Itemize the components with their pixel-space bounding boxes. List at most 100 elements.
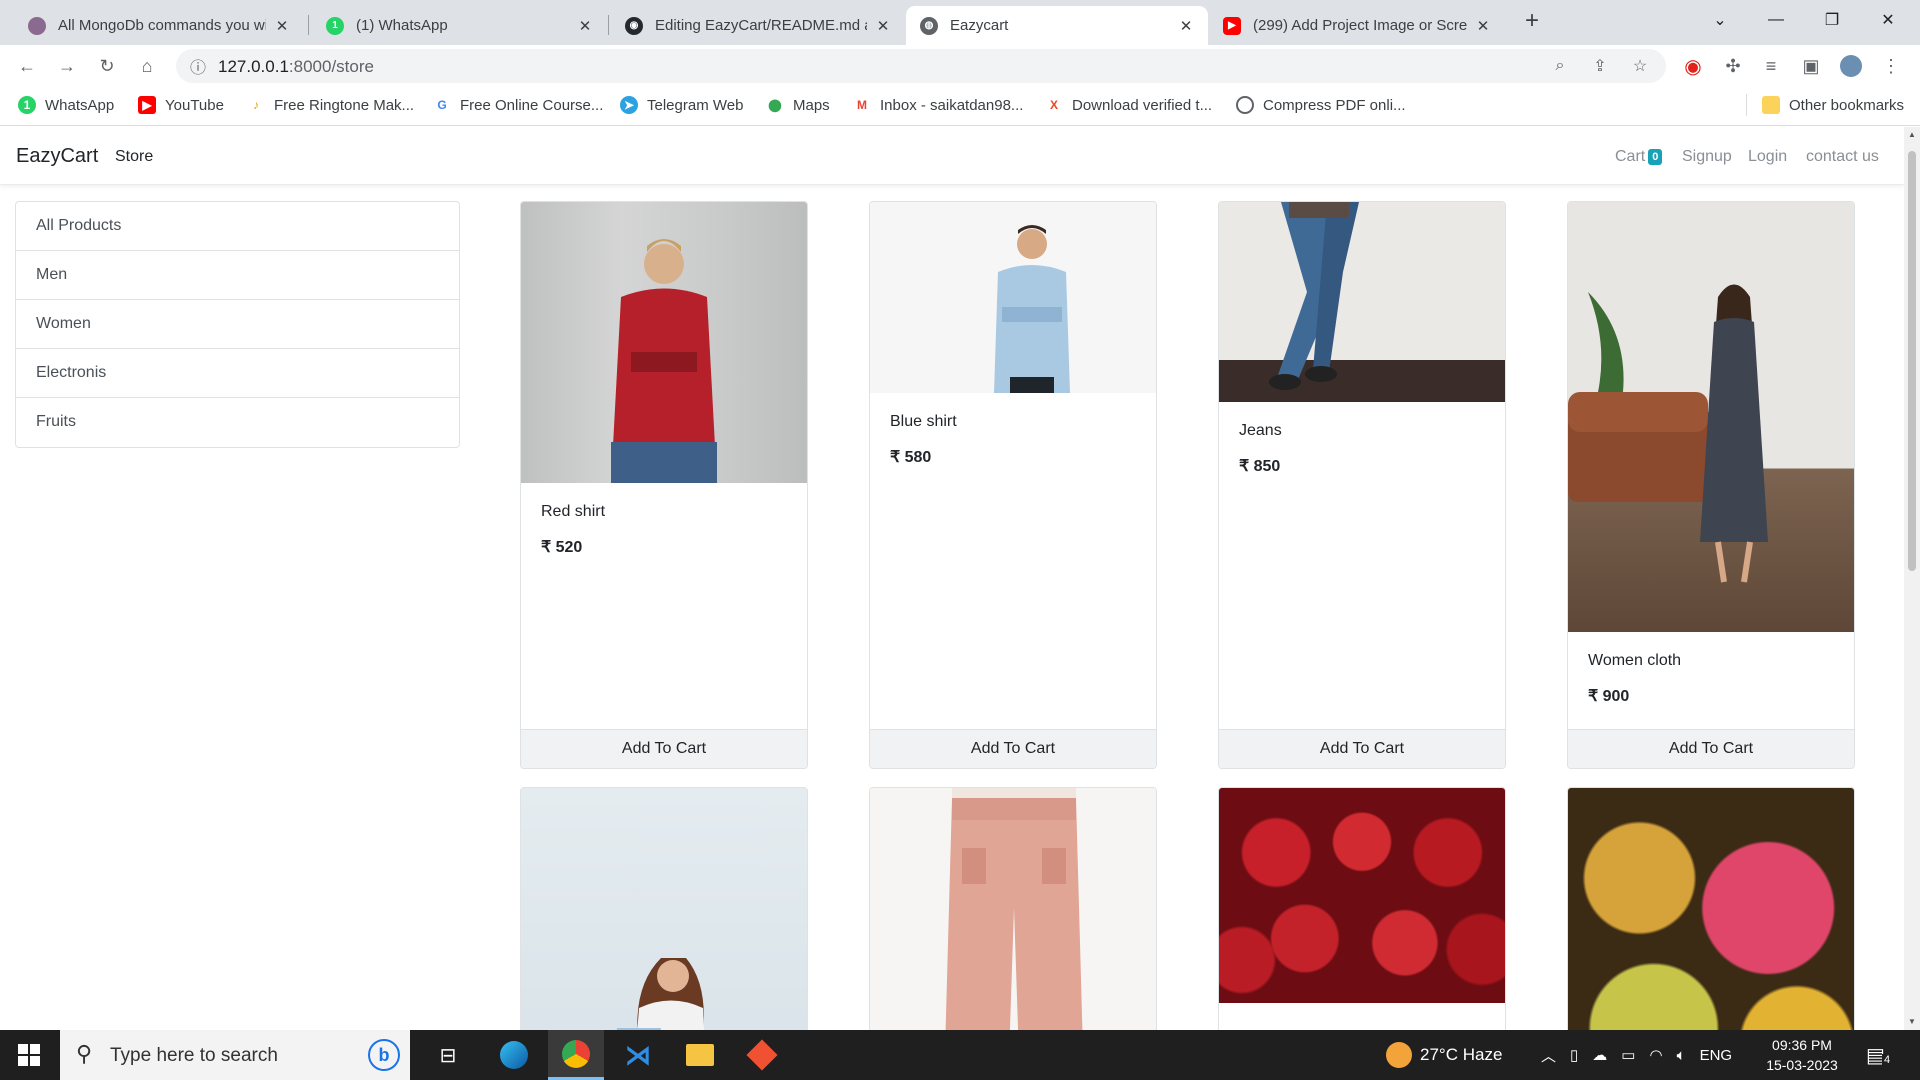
share-icon[interactable]: ⇪ xyxy=(1588,54,1612,78)
product-price: ₹ 900 xyxy=(1588,688,1630,705)
product-price: ₹ 580 xyxy=(890,449,932,466)
close-tab-icon[interactable]: ✕ xyxy=(1176,17,1196,35)
reload-icon[interactable]: ↻ xyxy=(92,51,122,81)
vscode-icon[interactable]: ⋊ xyxy=(610,1030,666,1080)
side-panel-icon[interactable]: ▣ xyxy=(1796,51,1826,81)
category-all-products[interactable]: All Products xyxy=(16,202,459,251)
nav-store-link[interactable]: Store xyxy=(115,148,153,166)
profile-avatar[interactable] xyxy=(1836,51,1866,81)
category-men[interactable]: Men xyxy=(16,251,459,300)
product-image[interactable] xyxy=(1219,788,1505,1003)
extensions-icon[interactable]: ✣ xyxy=(1718,51,1748,81)
close-tab-icon[interactable]: ✕ xyxy=(873,17,893,35)
add-to-cart-button[interactable]: Add To Cart xyxy=(870,729,1156,768)
scroll-thumb[interactable] xyxy=(1908,151,1916,571)
product-card-mangoes xyxy=(1567,787,1855,1030)
close-tab-icon[interactable]: ✕ xyxy=(1473,17,1493,35)
bookmark-youtube[interactable]: ▶ YouTube xyxy=(138,96,224,114)
tab-title: Editing EazyCart/README.md at xyxy=(655,17,867,34)
notification-center[interactable]: ▤ 4 xyxy=(1866,1030,1893,1080)
bookmark-star-icon[interactable]: ☆ xyxy=(1628,54,1652,78)
bookmark-download[interactable]: X Download verified t... xyxy=(1045,96,1212,114)
home-icon[interactable]: ⌂ xyxy=(132,51,162,81)
bookmark-gmail[interactable]: M Inbox - saikatdan98... xyxy=(853,96,1023,114)
device-icon[interactable]: ▯ xyxy=(1570,1046,1578,1064)
close-tab-icon[interactable]: ✕ xyxy=(575,17,595,35)
tab-mongodb[interactable]: All MongoDb commands you wil ✕ xyxy=(14,6,304,45)
restore-button[interactable]: ❐ xyxy=(1804,0,1860,40)
battery-icon[interactable]: ▭ xyxy=(1621,1046,1635,1064)
chrome-menu-icon[interactable]: ⋮ xyxy=(1876,51,1906,81)
add-to-cart-button[interactable]: Add To Cart xyxy=(521,729,807,768)
nav-signup-link[interactable]: Signup xyxy=(1682,148,1732,166)
zoom-icon[interactable]: ⌕ xyxy=(1548,54,1572,78)
weather-widget[interactable]: 27°C Haze xyxy=(1386,1030,1502,1080)
category-fruits[interactable]: Fruits xyxy=(16,398,459,447)
forward-icon[interactable]: → xyxy=(52,51,82,81)
product-card-apples xyxy=(1218,787,1506,1030)
nav-cart-link[interactable]: Cart 0 xyxy=(1615,148,1663,166)
product-image[interactable] xyxy=(521,202,807,483)
product-image[interactable] xyxy=(1568,202,1854,632)
show-hidden-icons-chevron[interactable]: ︿ xyxy=(1541,1045,1556,1066)
browser-toolbar: ← → ↻ ⌂ ⓘ 127.0.0.1:8000/store ⌕ ⇪ ☆ ◉ ✣… xyxy=(0,45,1920,86)
bookmark-maps[interactable]: ⬤ Maps xyxy=(766,96,829,114)
bookmark-whatsapp[interactable]: 1 WhatsApp xyxy=(18,96,114,114)
new-tab-button[interactable]: + xyxy=(1518,8,1546,36)
whatsapp-icon: 1 xyxy=(326,16,344,35)
site-info-icon[interactable]: ⓘ xyxy=(186,54,210,78)
category-electronics[interactable]: Electronis xyxy=(16,349,459,398)
tab-separator xyxy=(308,15,309,35)
tab-search-icon[interactable]: ⌄ xyxy=(1692,0,1748,40)
product-image[interactable] xyxy=(1568,788,1854,1030)
bing-icon[interactable]: b xyxy=(368,1039,400,1071)
bookmark-telegram[interactable]: ➤ Telegram Web xyxy=(620,96,743,114)
product-image[interactable] xyxy=(870,202,1156,393)
product-image[interactable] xyxy=(521,788,807,1030)
windows-start-button[interactable] xyxy=(0,1030,58,1080)
task-view-icon[interactable]: ⊟ xyxy=(420,1030,476,1080)
product-image[interactable] xyxy=(1219,202,1505,402)
other-bookmarks[interactable]: Other bookmarks xyxy=(1762,96,1904,114)
bookmark-label: Compress PDF onli... xyxy=(1263,96,1406,114)
file-explorer-icon[interactable] xyxy=(672,1030,728,1080)
tab-eazycart[interactable]: ◍ Eazycart ✕ xyxy=(906,6,1208,45)
bookmark-courses[interactable]: G Free Online Course... xyxy=(433,96,603,114)
nav-contact-link[interactable]: contact us xyxy=(1806,148,1879,166)
category-women[interactable]: Women xyxy=(16,300,459,349)
address-bar[interactable]: ⓘ 127.0.0.1:8000/store ⌕ ⇪ ☆ xyxy=(176,49,1666,83)
brand-logo[interactable]: EazyCart xyxy=(16,145,98,168)
url-text[interactable]: 127.0.0.1:8000/store xyxy=(218,57,374,77)
close-tab-icon[interactable]: ✕ xyxy=(272,17,292,35)
git-icon[interactable] xyxy=(734,1030,790,1080)
scroll-up-arrow[interactable]: ▲ xyxy=(1908,131,1916,139)
onedrive-icon[interactable]: ☁ xyxy=(1592,1046,1607,1064)
chrome-icon[interactable] xyxy=(548,1030,604,1080)
girl-photo xyxy=(616,958,705,1030)
back-icon[interactable]: ← xyxy=(12,51,42,81)
opera-extension-icon[interactable]: ◉ xyxy=(1678,51,1708,81)
tab-github[interactable]: ◉ Editing EazyCart/README.md at ✕ xyxy=(611,6,905,45)
page-scrollbar[interactable]: ▲ ▼ xyxy=(1904,127,1920,1030)
close-window-button[interactable]: ✕ xyxy=(1860,0,1916,40)
add-to-cart-button[interactable]: Add To Cart xyxy=(1219,729,1505,768)
nav-login-link[interactable]: Login xyxy=(1748,148,1787,166)
edge-icon[interactable] xyxy=(486,1030,542,1080)
taskbar-search[interactable]: ⚲ Type here to search b xyxy=(60,1030,410,1080)
volume-icon[interactable]: 🔈︎ xyxy=(1677,1047,1686,1064)
whatsapp-icon: 1 xyxy=(18,96,36,114)
minimize-button[interactable]: — xyxy=(1748,0,1804,40)
product-image[interactable] xyxy=(870,788,1156,1030)
wifi-icon[interactable]: ◠ xyxy=(1649,1046,1662,1064)
tab-youtube[interactable]: ▶ (299) Add Project Image or Scree ✕ xyxy=(1209,6,1505,45)
tab-whatsapp[interactable]: 1 (1) WhatsApp ✕ xyxy=(312,6,607,45)
bookmark-ringtone[interactable]: ♪ Free Ringtone Mak... xyxy=(247,96,414,114)
bookmark-compress[interactable]: Compress PDF onli... xyxy=(1236,96,1406,114)
product-card-women-cloth: Women cloth ₹ 900 Add To Cart xyxy=(1567,201,1855,769)
media-control-icon[interactable]: ≡ xyxy=(1756,51,1786,81)
scroll-down-arrow[interactable]: ▼ xyxy=(1908,1018,1916,1026)
taskbar-clock[interactable]: 09:36 PM 15-03-2023 xyxy=(1750,1035,1854,1075)
bookmark-label: Free Online Course... xyxy=(460,96,604,114)
language-indicator[interactable]: ENG xyxy=(1700,1047,1733,1064)
add-to-cart-button[interactable]: Add To Cart xyxy=(1568,729,1854,768)
